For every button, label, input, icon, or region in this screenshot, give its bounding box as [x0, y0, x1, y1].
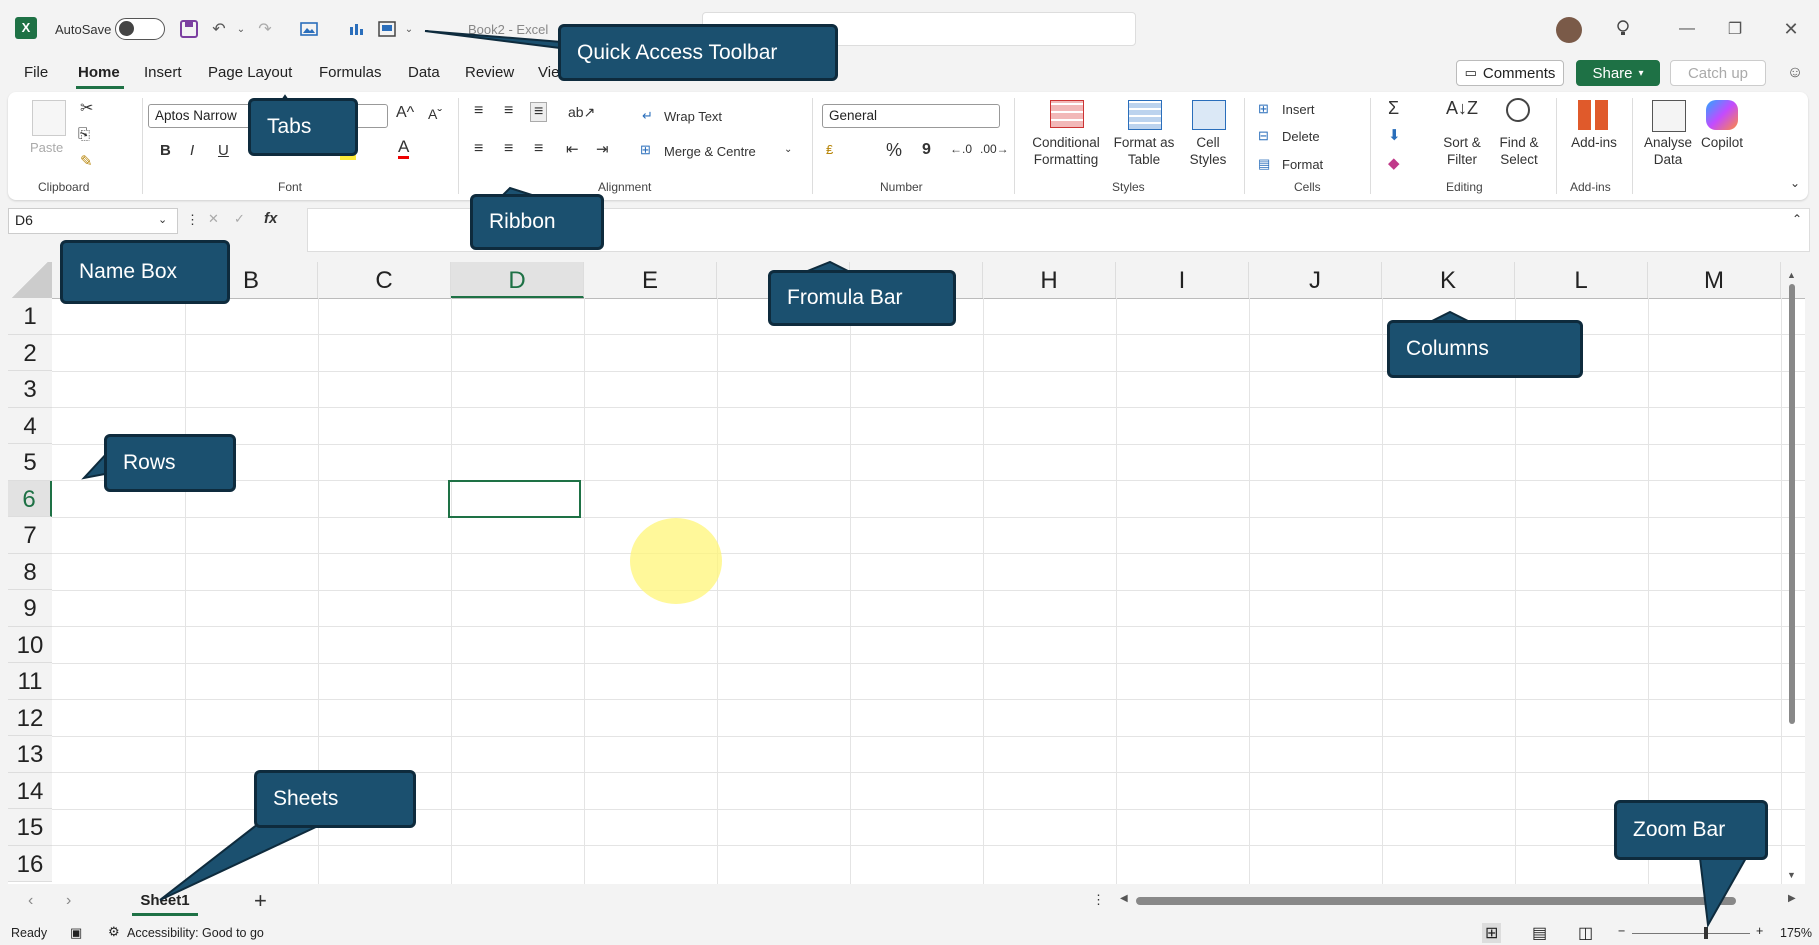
callout-tabs: Tabs: [248, 98, 358, 156]
callout-rows: Rows: [104, 434, 236, 492]
callout-zoom-bar: Zoom Bar: [1614, 800, 1768, 860]
callout-formula-bar: Fromula Bar: [768, 270, 956, 326]
callout-name-box: Name Box: [60, 240, 230, 304]
callout-columns: Columns: [1387, 320, 1583, 378]
callout-sheets: Sheets: [254, 770, 416, 828]
callout-ribbon: Ribbon: [470, 194, 604, 250]
callout-quick-access-toolbar: Quick Access Toolbar: [558, 24, 838, 81]
